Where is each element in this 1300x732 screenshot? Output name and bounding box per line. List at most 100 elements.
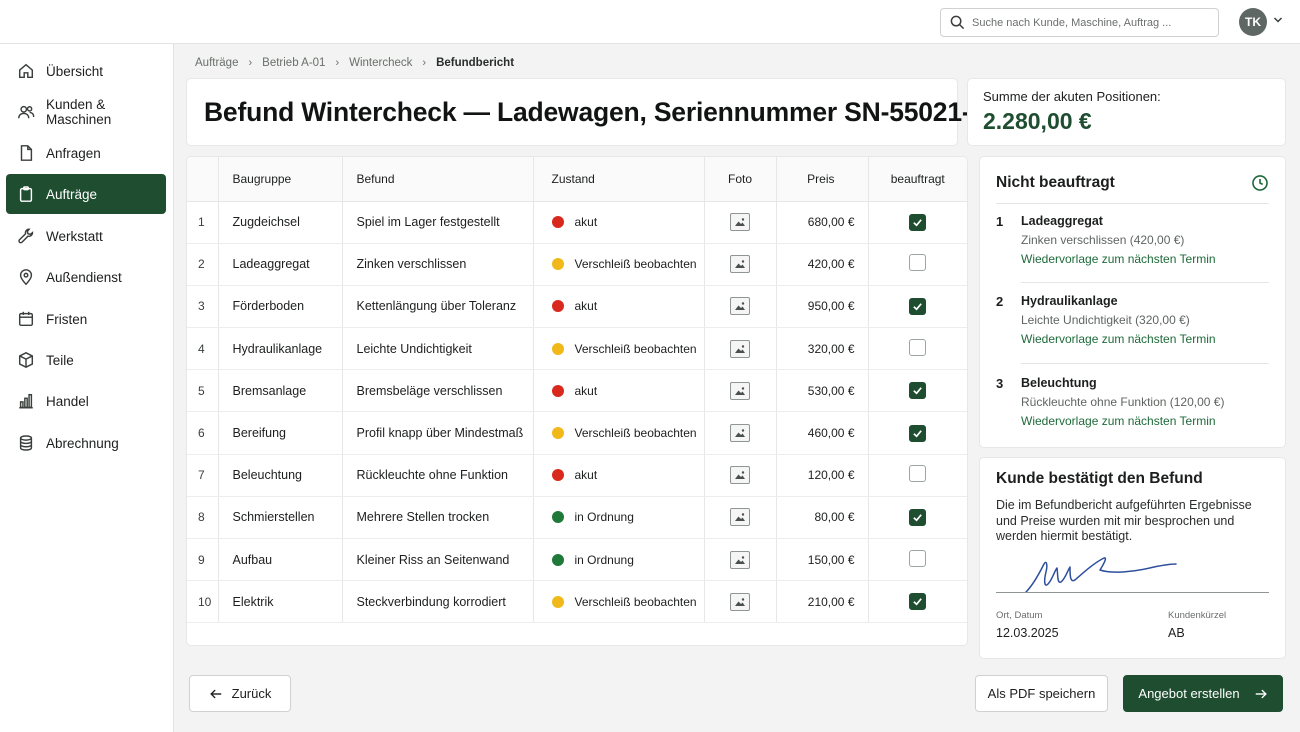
cell-beauftragt: [868, 454, 967, 497]
chevron-down-icon[interactable]: [1273, 15, 1283, 25]
cell-befund: Leichte Undichtigkeit: [342, 327, 534, 371]
cell-beauftragt: [868, 327, 967, 371]
ordered-checkbox[interactable]: [909, 424, 927, 442]
cell-preis: 680,00 €: [776, 201, 869, 244]
photo-icon[interactable]: [730, 213, 750, 232]
breadcrumb-link-auftraege[interactable]: Aufträge: [195, 57, 238, 69]
photo-icon[interactable]: [730, 508, 750, 527]
cell-preis: 460,00 €: [776, 411, 869, 455]
customer-confirmation-card: Kunde bestätigt den Befund Die im Befund…: [980, 458, 1285, 658]
status-label: in Ordnung: [574, 510, 634, 525]
wrench-icon: [17, 227, 35, 245]
row-number: 7: [187, 454, 219, 497]
ordered-checkbox[interactable]: [909, 297, 927, 315]
sidebar-item-fristen[interactable]: Fristen: [6, 299, 166, 339]
home-icon: [17, 62, 35, 80]
resubmission-link[interactable]: Wiedervorlage zum nächsten Termin: [1021, 414, 1216, 428]
photo-icon[interactable]: [730, 339, 750, 358]
photo-icon[interactable]: [730, 297, 750, 316]
sidebar-item-kunden-maschinen[interactable]: Kunden & Maschinen: [6, 92, 166, 132]
cell-foto: [704, 285, 777, 329]
ordered-checkbox[interactable]: [909, 254, 927, 272]
cell-foto: [704, 411, 777, 455]
customer-initials-value: AB: [1168, 626, 1185, 640]
row-number: 8: [187, 496, 219, 540]
check-icon: [913, 514, 923, 522]
sidebar-item-anfragen[interactable]: Anfragen: [6, 133, 166, 173]
cell-preis: 210,00 €: [776, 580, 869, 624]
item-number: 3: [996, 376, 1004, 391]
ordered-checkbox[interactable]: [909, 338, 927, 356]
cell-foto: [704, 369, 777, 413]
status-dot-icon: [551, 469, 564, 482]
not-ordered-title: Nicht beauftragt: [996, 174, 1115, 191]
row-number: 4: [187, 327, 219, 371]
column-header-zustand: Zustand: [533, 157, 705, 202]
cell-baugruppe: Bremsanlage: [218, 369, 343, 413]
ordered-checkbox[interactable]: [909, 465, 927, 483]
table-row: 2 Ladeaggregat Zinken verschlissen Verschle…: [187, 243, 967, 286]
cell-zustand: akut: [533, 285, 705, 329]
sidebar-item-label: Kunden & Maschinen: [46, 97, 112, 127]
ordered-checkbox[interactable]: [909, 549, 927, 567]
sidebar-item-label: Anfragen: [46, 145, 101, 161]
breadcrumb-link-wintercheck[interactable]: Wintercheck: [349, 57, 412, 69]
sidebar-item-uebersicht[interactable]: Übersicht: [6, 51, 166, 91]
create-offer-button[interactable]: Angebot erstellen: [1123, 675, 1283, 712]
cell-foto: [704, 538, 777, 582]
photo-icon[interactable]: [730, 381, 750, 400]
chevron-right-icon: ›: [248, 57, 253, 69]
sidebar-item-teile[interactable]: Teile: [6, 340, 166, 380]
photo-icon[interactable]: [730, 466, 750, 485]
sidebar-item-aussendienst[interactable]: Außendienst: [6, 257, 166, 297]
ordered-checkbox[interactable]: [909, 593, 927, 611]
sidebar-item-label: Teile: [46, 352, 74, 368]
row-number: 1: [187, 201, 219, 244]
cell-beauftragt: [868, 201, 967, 244]
item-detail: Rückleuchte ohne Funktion (120,00 €): [1021, 395, 1225, 409]
save-pdf-button[interactable]: Als PDF speichern: [975, 675, 1108, 712]
cell-beauftragt: [868, 411, 967, 455]
search-input[interactable]: [972, 16, 1202, 29]
signature[interactable]: [1024, 550, 1179, 596]
resubmission-link[interactable]: Wiedervorlage zum nächsten Termin: [1021, 332, 1216, 346]
check-icon: [913, 598, 923, 606]
breadcrumb-link-betrieb[interactable]: Betrieb A-01: [262, 57, 325, 69]
cell-zustand: in Ordnung: [533, 538, 705, 582]
photo-icon[interactable]: [730, 424, 750, 443]
ordered-checkbox[interactable]: [909, 382, 927, 400]
status-dot-icon: [551, 342, 564, 355]
status-label: akut: [574, 299, 598, 314]
cell-preis: 320,00 €: [776, 327, 869, 371]
back-button[interactable]: Zurück: [189, 675, 291, 712]
status-label: akut: [574, 383, 598, 398]
cell-befund: Steckverbindung korrodiert: [342, 580, 534, 624]
cell-foto: [704, 496, 777, 540]
row-number: 3: [187, 285, 219, 329]
avatar[interactable]: TK: [1239, 8, 1267, 36]
status-dot-icon: [551, 216, 564, 229]
cell-zustand: akut: [533, 454, 705, 497]
sidebar-item-werkstatt[interactable]: Werkstatt: [6, 216, 166, 256]
sidebar-item-handel[interactable]: Handel: [6, 381, 166, 421]
cell-foto: [704, 454, 777, 497]
arrow-left-icon: [209, 689, 221, 698]
cell-befund: Profil knapp über Mindestmaß: [342, 411, 534, 455]
photo-icon[interactable]: [730, 255, 750, 274]
sidebar-item-auftraege[interactable]: Aufträge: [6, 174, 166, 214]
bar-chart-icon: [17, 392, 35, 410]
search-box[interactable]: [940, 8, 1219, 37]
ordered-checkbox[interactable]: [909, 213, 927, 231]
table-header-row: Baugruppe Befund Zustand Foto Preis beau…: [187, 157, 967, 202]
cell-preis: 150,00 €: [776, 538, 869, 582]
ordered-checkbox[interactable]: [909, 508, 927, 526]
divider: [1021, 282, 1269, 283]
status-dot-icon: [551, 553, 564, 566]
photo-icon[interactable]: [730, 592, 750, 611]
sidebar-item-label: Außendienst: [46, 269, 122, 285]
status-dot-icon: [551, 258, 564, 271]
chevron-right-icon: ›: [422, 57, 427, 69]
photo-icon[interactable]: [730, 550, 750, 569]
sidebar-item-abrechnung[interactable]: Abrechnung: [6, 423, 166, 463]
resubmission-link[interactable]: Wiedervorlage zum nächsten Termin: [1021, 252, 1216, 266]
